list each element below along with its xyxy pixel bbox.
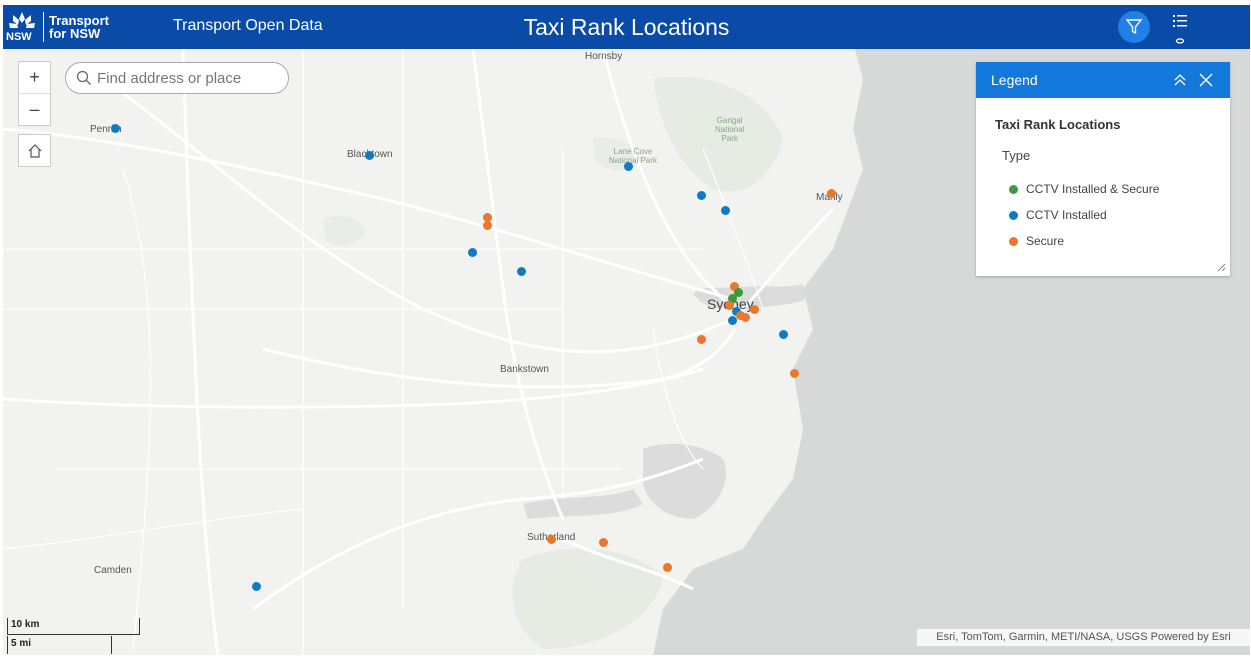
- botany-bay: [643, 443, 727, 519]
- legend-field-name: Type: [1002, 148, 1031, 163]
- taxi-rank-point[interactable]: [252, 582, 261, 591]
- taxi-rank-point[interactable]: [468, 248, 477, 257]
- park-royal: [512, 548, 663, 649]
- place-hornsby: Hornsby: [585, 51, 623, 62]
- home-button[interactable]: [18, 134, 51, 167]
- taxi-rank-point[interactable]: [779, 330, 788, 339]
- taxi-rank-point[interactable]: [741, 313, 750, 322]
- resize-handle-icon[interactable]: [1216, 262, 1226, 272]
- collapse-icon[interactable]: [1172, 72, 1188, 88]
- legend-swatch-orange: [1009, 236, 1018, 246]
- map-view[interactable]: Hornsby Penrith Blacktown Lane Cove Nati…: [3, 49, 1250, 655]
- place-garigal-np-line-3: Park: [721, 134, 738, 143]
- taxi-rank-point[interactable]: [365, 151, 374, 160]
- taxi-rank-point[interactable]: [697, 335, 706, 344]
- taxi-rank-point[interactable]: [483, 221, 492, 230]
- taxi-rank-point[interactable]: [547, 535, 556, 544]
- legend-layer-title: Taxi Rank Locations: [995, 117, 1121, 132]
- filter-button[interactable]: [1118, 11, 1150, 43]
- place-lane-cove-np-line-1: Lane Cove: [613, 147, 653, 156]
- search-input[interactable]: [95, 68, 279, 88]
- place-garigal-np-line-1: Garigal: [716, 116, 743, 125]
- taxi-rank-point[interactable]: [111, 124, 120, 133]
- scale-metric: 10 km: [7, 618, 140, 635]
- close-icon[interactable]: [1198, 72, 1214, 88]
- page-title: Taxi Rank Locations: [523, 14, 730, 40]
- legend-swatch-green: [1009, 184, 1018, 194]
- place-camden: Camden: [94, 565, 132, 576]
- app-header: NSW Transport for NSW Transport Open Dat…: [3, 5, 1250, 49]
- filter-icon: [1125, 19, 1143, 35]
- zoom-in-button[interactable]: +: [19, 62, 50, 93]
- legend-item: CCTV Installed: [1009, 208, 1107, 222]
- taxi-rank-point[interactable]: [517, 267, 526, 276]
- map-attribution[interactable]: Esri, TomTom, Garmin, METI/NASA, USGS Po…: [917, 629, 1250, 646]
- taxi-rank-point[interactable]: [790, 369, 799, 378]
- place-garigal-np-line-2: National: [715, 125, 745, 134]
- park-west: [323, 215, 365, 246]
- taxi-rank-point[interactable]: [624, 162, 633, 171]
- taxi-rank-point[interactable]: [697, 191, 706, 200]
- search-icon: [76, 70, 91, 85]
- place-garigal-np: Garigal National Park: [715, 116, 744, 143]
- taxi-rank-point[interactable]: [728, 316, 737, 325]
- layer-list-button[interactable]: [1169, 11, 1193, 45]
- legend-item-label: CCTV Installed & Secure: [1026, 182, 1160, 196]
- legend-header: Legend: [976, 62, 1230, 98]
- legend-item: CCTV Installed & Secure: [1009, 182, 1159, 196]
- legend-item: Secure: [1009, 234, 1064, 248]
- taxi-rank-point[interactable]: [750, 305, 759, 314]
- legend-panel: Legend Taxi Rank Locations Type CCTV Ins…: [976, 62, 1230, 276]
- app-frame: NSW Transport for NSW Transport Open Dat…: [3, 5, 1250, 655]
- taxi-rank-point[interactable]: [599, 538, 608, 547]
- taxi-rank-point[interactable]: [721, 206, 730, 215]
- taxi-rank-point[interactable]: [663, 563, 672, 572]
- legend-item-label: Secure: [1026, 234, 1065, 248]
- scale-bar: 10 km 5 mi: [3, 618, 140, 655]
- taxi-rank-point[interactable]: [827, 189, 836, 198]
- legend-title: Legend: [991, 72, 1038, 88]
- home-icon: [28, 143, 41, 158]
- zoom-control: + –: [18, 61, 51, 126]
- zoom-out-button[interactable]: –: [19, 93, 50, 125]
- search-box: [65, 62, 289, 94]
- scale-imperial: 5 mi: [7, 636, 112, 654]
- place-bankstown: Bankstown: [500, 364, 549, 375]
- legend-item-label: CCTV Installed: [1026, 208, 1107, 222]
- list-icon: [1173, 15, 1187, 44]
- place-lane-cove-np-line-2: National Park: [609, 156, 658, 165]
- legend-swatch-blue: [1009, 210, 1018, 220]
- place-lane-cove-np: Lane Cove National Park: [609, 147, 657, 165]
